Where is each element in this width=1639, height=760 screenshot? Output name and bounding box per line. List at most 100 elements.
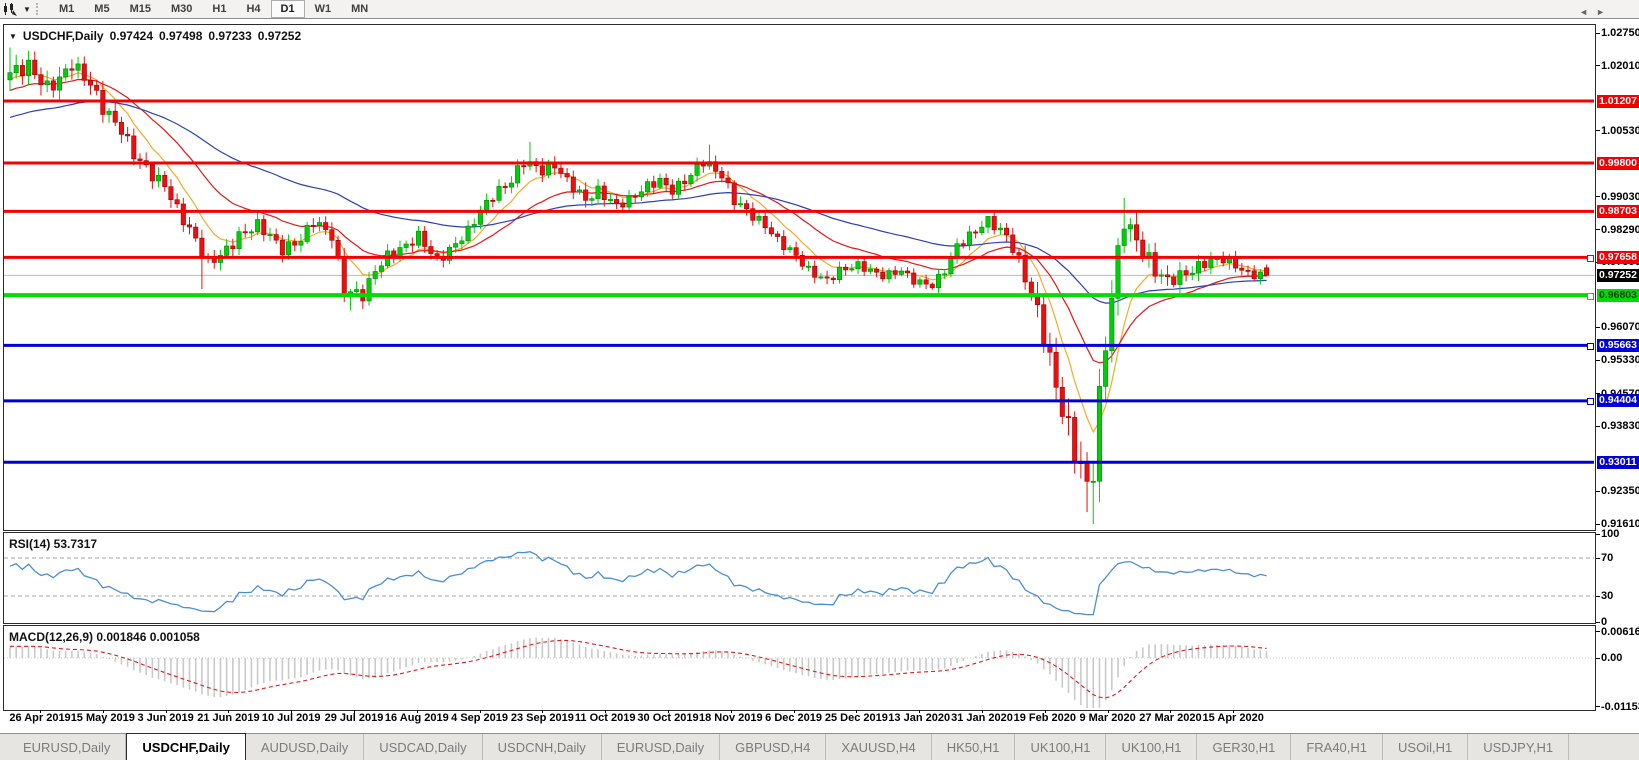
timeframe-button-w1[interactable]: W1	[305, 0, 342, 18]
tab-scroll-right-icon[interactable]: ►	[1596, 7, 1613, 17]
date-axis-label: 27 Mar 2020	[1139, 712, 1202, 724]
date-axis-label: 10 Jul 2019	[261, 712, 321, 724]
timeframe-button-h4[interactable]: H4	[236, 0, 270, 18]
date-axis-label: 25 Dec 2019	[824, 712, 888, 724]
date-axis-label: 21 Jun 2019	[197, 712, 260, 724]
chart-tab-uk100-h1[interactable]: UK100,H1	[1106, 734, 1198, 760]
chart-tab-usdcad-daily[interactable]: USDCAD,Daily	[364, 734, 483, 760]
price-axis-label: 0.92350	[1601, 485, 1639, 498]
macd-axis-tick	[1596, 631, 1600, 633]
price-line-label[interactable]: 0.94404	[1597, 394, 1639, 408]
toolbar-grip	[36, 3, 43, 15]
price-line-label[interactable]: 0.93011	[1597, 455, 1639, 469]
rsi-axis-tick	[1596, 595, 1600, 597]
macd-axis-tick	[1596, 657, 1600, 659]
rsi-axis-label: 70	[1601, 552, 1614, 564]
timeframe-button-m15[interactable]: M15	[120, 0, 161, 18]
symbol-header: ▼ USDCHF,Daily 0.97424 0.97498 0.97233 0…	[9, 29, 301, 43]
price-chart-pane[interactable]	[3, 24, 1596, 531]
line-drag-handle[interactable]	[1587, 292, 1594, 300]
chart-tab-uk100-h1[interactable]: UK100,H1	[1015, 734, 1107, 760]
price-line-label[interactable]: 0.97658	[1597, 250, 1639, 264]
chart-tab-usdchf-daily[interactable]: USDCHF,Daily	[126, 733, 246, 760]
chart-tab-bar: EURUSD,Daily USDCHF,Daily AUDUSD,Daily USDC…	[0, 733, 1639, 760]
rsi-axis-tick	[1596, 621, 1600, 623]
macd-axis-label: 0.00	[1601, 652, 1623, 664]
date-axis-label: 4 Sep 2019	[451, 712, 509, 724]
macd-label: MACD(12,26,9) 0.001846 0.001058	[9, 630, 200, 644]
date-axis-label: 31 Jan 2020	[951, 712, 1013, 724]
price-axis-tick	[1596, 425, 1600, 427]
price-axis-tick	[1596, 130, 1600, 132]
chart-tab-audusd-daily[interactable]: AUDUSD,Daily	[246, 734, 365, 760]
date-axis-label: 11 Oct 2019	[574, 712, 636, 724]
rsi-pane[interactable]	[3, 532, 1596, 624]
timeframe-button-m1[interactable]: M1	[49, 0, 84, 18]
chart-tab-xauusd-h4[interactable]: XAUUSD,H4	[826, 734, 932, 760]
date-axis-label: 9 Mar 2020	[1079, 712, 1136, 724]
price-axis-tick	[1596, 196, 1600, 198]
chart-tab-eurusd-daily[interactable]: EURUSD,Daily	[602, 734, 721, 760]
macd-pane[interactable]	[3, 625, 1596, 711]
ohlc-close: 0.97252	[257, 29, 302, 43]
price-axis-tick	[1596, 490, 1600, 492]
chart-tab-usdjpy-h1[interactable]: USDJPY,H1	[1468, 734, 1570, 760]
price-axis-label: 0.93830	[1601, 420, 1639, 433]
date-axis-label: 26 Apr 2019	[9, 712, 71, 724]
ohlc-low: 0.97233	[208, 29, 252, 43]
chart-tab-hk50-h1[interactable]: HK50,H1	[932, 734, 1016, 760]
date-axis-label: 30 Oct 2019	[637, 712, 699, 724]
chevron-down-icon[interactable]: ▼	[20, 5, 34, 14]
price-axis-label: 0.95330	[1601, 354, 1639, 367]
timeframe-button-d1[interactable]: D1	[270, 0, 305, 18]
date-axis-label: 18 Nov 2019	[698, 712, 763, 724]
chart-tab-eurusd-daily[interactable]: EURUSD,Daily	[8, 734, 127, 760]
line-drag-handle[interactable]	[1587, 398, 1594, 406]
line-drag-handle[interactable]	[1587, 254, 1594, 262]
chart-tab-gbpusd-h4[interactable]: GBPUSD,H4	[720, 734, 827, 760]
chart-tab-usoil-h1[interactable]: USOil,H1	[1383, 734, 1469, 760]
price-line-label[interactable]: 0.95663	[1597, 338, 1639, 352]
date-axis-label: 16 Aug 2019	[384, 712, 449, 724]
ohlc-high: 0.97498	[159, 29, 203, 43]
price-line-label[interactable]: 0.96803	[1597, 288, 1639, 302]
timeframe-button-m5[interactable]: M5	[84, 0, 119, 18]
price-line-label[interactable]: 0.99800	[1597, 156, 1639, 170]
macd-axis-label: -0.011531	[1601, 700, 1639, 713]
price-line-label[interactable]: 0.98703	[1597, 204, 1639, 218]
price-axis-label: 0.98290	[1601, 223, 1639, 236]
macd-axis-label: 0.006167	[1601, 625, 1639, 638]
price-axis-tick	[1596, 65, 1600, 67]
rsi-axis-tick	[1596, 533, 1600, 535]
rsi-label: RSI(14) 53.7317	[9, 537, 98, 551]
timeframe-button-h1[interactable]: H1	[202, 0, 236, 18]
price-axis-label: 1.00530	[1601, 124, 1639, 137]
date-axis-label: 23 Sep 2019	[510, 712, 574, 724]
chart-tab-fra40-h1[interactable]: FRA40,H1	[1291, 734, 1384, 760]
price-axis-tick	[1596, 523, 1600, 525]
date-axis-label: 6 Dec 2019	[765, 712, 823, 724]
timeframe-button-mn[interactable]: MN	[341, 0, 378, 18]
price-axis-label: 1.02750	[1601, 27, 1639, 39]
symbol-label: USDCHF,Daily	[22, 29, 104, 43]
tab-scroll-left-icon[interactable]: ◄	[1579, 7, 1596, 17]
timeframe-button-m30[interactable]: M30	[161, 0, 202, 18]
rsi-axis-tick	[1596, 557, 1600, 559]
price-axis-label: 1.02010	[1601, 59, 1639, 72]
price-line-label[interactable]: 1.01207	[1597, 94, 1639, 108]
chart-tool-icon[interactable]	[0, 1, 20, 17]
chart-tab-ger30-h1[interactable]: GER30,H1	[1197, 734, 1292, 760]
price-axis-label: 0.99030	[1601, 190, 1639, 203]
timeframe-toolbar: ▼ M1 M5 M15 M30 H1 H4 D1 W1 MN	[0, 0, 1639, 19]
price-axis-tick	[1596, 326, 1600, 328]
macd-axis-tick	[1596, 706, 1600, 708]
current-price-label: 0.97252	[1597, 268, 1639, 282]
date-axis-label: 19 Feb 2020	[1013, 712, 1076, 724]
date-axis-label: 3 Jun 2019	[137, 712, 194, 724]
date-axis-label: 15 Apr 2020	[1202, 712, 1264, 724]
date-axis-label: 13 Jan 2020	[888, 712, 951, 724]
line-drag-handle[interactable]	[1587, 342, 1594, 350]
chart-tab-usdcnh-daily[interactable]: USDCNH,Daily	[483, 734, 602, 760]
tab-scroll-arrows[interactable]: ◄►	[1579, 7, 1613, 17]
collapse-icon[interactable]: ▼	[9, 32, 17, 41]
